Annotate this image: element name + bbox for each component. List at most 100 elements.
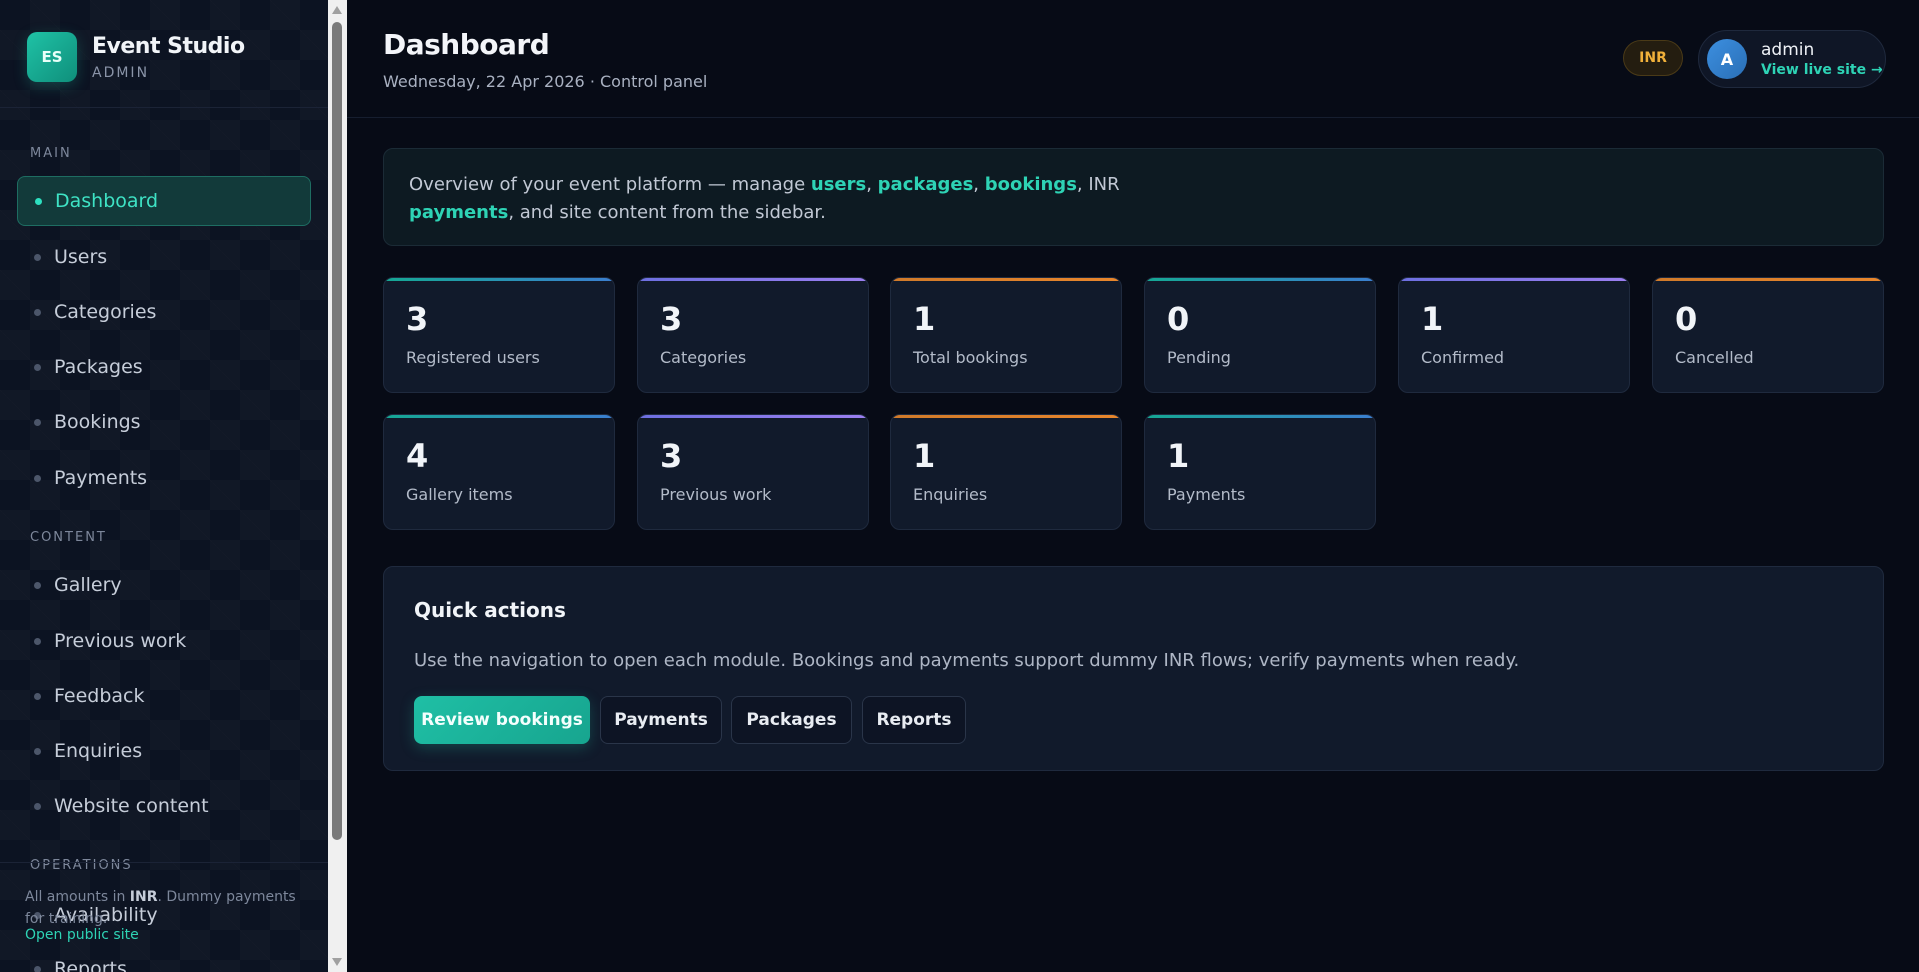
- sidebar-item-previous-work[interactable]: Previous work: [17, 616, 311, 666]
- footer-note-prefix: All amounts in: [25, 889, 130, 905]
- stat-card-total-bookings: 1 Total bookings: [890, 277, 1122, 393]
- stat-card-pending: 0 Pending: [1144, 277, 1376, 393]
- section-label-main: MAIN: [30, 146, 72, 161]
- sidebar-divider: [0, 107, 328, 108]
- stat-value: 1: [913, 437, 936, 475]
- sidebar-item-users[interactable]: Users: [17, 232, 311, 282]
- sidebar-footer-note: All amounts in INR. Dummy payments for t…: [25, 886, 315, 930]
- stat-label: Gallery items: [406, 485, 513, 504]
- user-name: admin: [1761, 40, 1815, 60]
- dot-icon: [34, 253, 41, 261]
- review-bookings-button[interactable]: Review bookings: [414, 696, 590, 744]
- card-accent-bar: [384, 415, 614, 418]
- stat-label: Pending: [1167, 348, 1231, 367]
- sidebar-item-label: Bookings: [54, 411, 141, 433]
- scroll-up-arrow-icon[interactable]: [332, 6, 342, 14]
- stat-value: 0: [1167, 300, 1190, 338]
- sidebar-item-website-content[interactable]: Website content: [17, 781, 311, 831]
- page-header: Dashboard Wednesday, 22 Apr 2026 · Contr…: [347, 0, 1919, 118]
- stat-card-enquiries: 1 Enquiries: [890, 414, 1122, 530]
- sidebar-item-label: Feedback: [54, 685, 145, 707]
- stat-card-gallery-items: 4 Gallery items: [383, 414, 615, 530]
- sidebar-item-reports[interactable]: Reports: [17, 944, 311, 972]
- quick-actions-description: Use the navigation to open each module. …: [414, 650, 1520, 671]
- footer-note-currency: INR: [129, 889, 158, 905]
- open-public-site-link[interactable]: Open public site: [25, 927, 139, 943]
- banner-text: ,: [973, 174, 985, 195]
- sidebar-item-label: Payments: [54, 467, 148, 489]
- packages-button[interactable]: Packages: [731, 696, 852, 744]
- view-live-site-link[interactable]: View live site →: [1761, 62, 1883, 78]
- stat-value: 1: [1421, 300, 1444, 338]
- payments-button[interactable]: Payments: [600, 696, 722, 744]
- sidebar-item-label: Users: [54, 246, 108, 268]
- scroll-down-arrow-icon[interactable]: [332, 958, 342, 966]
- stat-label: Enquiries: [913, 485, 988, 504]
- sidebar-scrollbar[interactable]: [328, 0, 347, 972]
- avatar: A: [1707, 39, 1747, 79]
- banner-highlight-packages: packages: [877, 174, 974, 195]
- stat-card-cancelled: 0 Cancelled: [1652, 277, 1884, 393]
- sidebar-item-feedback[interactable]: Feedback: [17, 671, 311, 721]
- stat-card-registered-users: 3 Registered users: [383, 277, 615, 393]
- sidebar-item-bookings[interactable]: Bookings: [17, 397, 311, 447]
- stat-label: Payments: [1167, 485, 1246, 504]
- sidebar-item-label: Gallery: [54, 574, 122, 596]
- sidebar-item-packages[interactable]: Packages: [17, 342, 311, 392]
- stat-value: 1: [1167, 437, 1190, 475]
- active-dot-icon: [35, 197, 42, 205]
- sidebar-item-payments[interactable]: Payments: [17, 453, 311, 503]
- sidebar-item-gallery[interactable]: Gallery: [17, 560, 311, 610]
- dot-icon: [34, 418, 41, 426]
- stat-value: 3: [660, 300, 683, 338]
- overview-banner: Overview of your event platform — manage…: [383, 148, 1884, 246]
- brand-subtitle: ADMIN: [92, 64, 150, 81]
- stat-value: 0: [1675, 300, 1698, 338]
- card-accent-bar: [1399, 278, 1629, 281]
- dot-icon: [34, 802, 41, 810]
- quick-actions-panel: Quick actions Use the navigation to open…: [383, 566, 1884, 771]
- sidebar-item-categories[interactable]: Categories: [17, 287, 311, 337]
- dot-icon: [34, 363, 41, 371]
- reports-button[interactable]: Reports: [862, 696, 966, 744]
- quick-actions-title: Quick actions: [414, 598, 566, 622]
- stat-label: Categories: [660, 348, 747, 367]
- sidebar-item-label: Website content: [54, 795, 209, 817]
- card-accent-bar: [384, 278, 614, 281]
- dot-icon: [34, 474, 41, 482]
- card-accent-bar: [1145, 415, 1375, 418]
- dot-icon: [34, 747, 41, 755]
- banner-text: Overview of your event platform — manage: [409, 174, 811, 195]
- sidebar-item-label: Packages: [54, 356, 143, 378]
- sidebar-item-label: Reports: [54, 958, 127, 972]
- dot-icon: [34, 637, 41, 645]
- card-accent-bar: [1145, 278, 1375, 281]
- sidebar-item-enquiries[interactable]: Enquiries: [17, 726, 311, 776]
- card-accent-bar: [638, 278, 868, 281]
- sidebar-item-label: Categories: [54, 301, 157, 323]
- sidebar-footer-divider: [0, 862, 328, 863]
- user-menu[interactable]: A admin View live site →: [1698, 30, 1886, 88]
- stat-card-categories: 3 Categories: [637, 277, 869, 393]
- stat-card-previous-work: 3 Previous work: [637, 414, 869, 530]
- dot-icon: [34, 692, 41, 700]
- stat-card-confirmed: 1 Confirmed: [1398, 277, 1630, 393]
- stat-label: Previous work: [660, 485, 772, 504]
- card-accent-bar: [638, 415, 868, 418]
- section-label-operations: OPERATIONS: [30, 858, 133, 873]
- sidebar: ES Event Studio ADMIN MAIN Dashboard Use…: [0, 0, 328, 972]
- card-accent-bar: [891, 278, 1121, 281]
- stat-card-payments: 1 Payments: [1144, 414, 1376, 530]
- brand[interactable]: ES Event Studio ADMIN: [27, 32, 245, 82]
- card-accent-bar: [1653, 278, 1883, 281]
- stat-label: Registered users: [406, 348, 540, 367]
- banner-highlight-bookings: bookings: [984, 174, 1077, 195]
- section-label-content: CONTENT: [30, 530, 107, 545]
- banner-highlight-users: users: [810, 174, 867, 195]
- scroll-thumb[interactable]: [332, 22, 342, 840]
- stat-value: 3: [660, 437, 683, 475]
- dot-icon: [34, 308, 41, 316]
- stat-value: 1: [913, 300, 936, 338]
- sidebar-item-dashboard[interactable]: Dashboard: [17, 176, 311, 226]
- card-accent-bar: [891, 415, 1121, 418]
